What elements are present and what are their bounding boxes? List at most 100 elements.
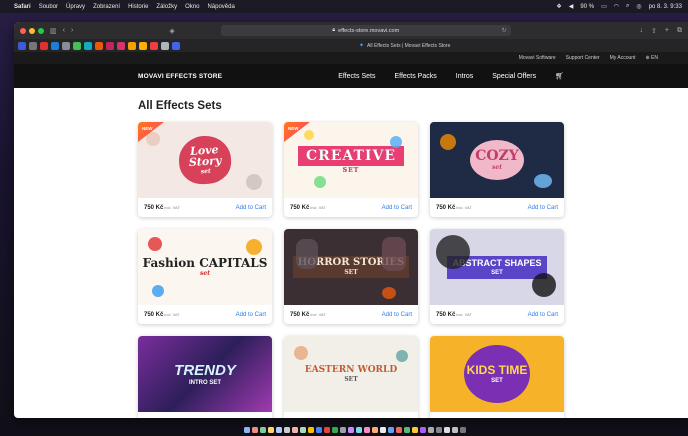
- close-window-button[interactable]: [20, 27, 26, 34]
- menu-bookmarks[interactable]: Záložky: [156, 4, 177, 10]
- product-card[interactable]: Fashion CAPITALS set 750 Kč incl. VAT Ad…: [138, 229, 272, 324]
- wifi-icon[interactable]: ◠: [614, 3, 619, 10]
- favorite-site-icon[interactable]: [128, 41, 136, 50]
- add-to-cart-button[interactable]: Add to Cart: [236, 312, 266, 318]
- dock-app-icon[interactable]: [300, 427, 306, 433]
- clock[interactable]: po 8. 3. 9:33: [649, 4, 682, 10]
- dock-app-icon[interactable]: [276, 427, 282, 433]
- add-to-cart-button[interactable]: Add to Cart: [382, 205, 412, 211]
- dock-app-icon[interactable]: [364, 427, 370, 433]
- product-thumbnail[interactable]: COZY set: [430, 122, 564, 198]
- favorite-site-icon[interactable]: [51, 41, 59, 50]
- spotlight-icon[interactable]: ⌕: [626, 3, 629, 10]
- dock-app-icon[interactable]: [444, 427, 450, 433]
- dock-app-icon[interactable]: [268, 427, 274, 433]
- product-thumbnail[interactable]: EASTERN WORLD SET: [284, 336, 418, 412]
- menu-edit[interactable]: Úpravy: [66, 4, 85, 10]
- address-bar[interactable]: 🔒︎ effects-store.movavi.com ↻: [220, 25, 511, 36]
- favorite-site-icon[interactable]: [62, 41, 70, 50]
- menu-view[interactable]: Zobrazení: [93, 4, 120, 10]
- product-thumbnail[interactable]: Fashion CAPITALS set: [138, 229, 272, 305]
- dock-app-icon[interactable]: [396, 427, 402, 433]
- dock-app-icon[interactable]: [404, 427, 410, 433]
- dock-app-icon[interactable]: [340, 427, 346, 433]
- link-movavi-software[interactable]: Movavi Software: [519, 55, 556, 61]
- dock-app-icon[interactable]: [260, 427, 266, 433]
- product-thumbnail[interactable]: Love Story set NEW: [138, 122, 272, 198]
- dock-app-icon[interactable]: [428, 427, 434, 433]
- battery-icon[interactable]: ▭: [601, 3, 607, 10]
- favorite-site-icon[interactable]: [139, 41, 147, 50]
- dock-app-icon[interactable]: [316, 427, 322, 433]
- back-icon[interactable]: ‹: [63, 27, 65, 34]
- product-card[interactable]: COZY set 750 Kč incl. VAT Add to Cart: [430, 122, 564, 217]
- share-icon[interactable]: ⇧: [651, 27, 657, 35]
- add-to-cart-button[interactable]: Add to Cart: [236, 205, 266, 211]
- nav-effects-packs[interactable]: Effects Packs: [394, 73, 436, 80]
- favorite-site-icon[interactable]: [73, 41, 81, 50]
- product-card[interactable]: TRENDY INTRO SET: [138, 336, 272, 418]
- link-support-center[interactable]: Support Center: [566, 55, 600, 61]
- zoom-window-button[interactable]: [38, 27, 44, 34]
- add-to-cart-button[interactable]: Add to Cart: [382, 312, 412, 318]
- nav-effects-sets[interactable]: Effects Sets: [338, 73, 375, 80]
- dock-app-icon[interactable]: [308, 427, 314, 433]
- dock-trash-icon[interactable]: [460, 427, 466, 433]
- product-card[interactable]: Love Story set NEW 750 Kč incl. VAT Add …: [138, 122, 272, 217]
- active-tab[interactable]: ✦ All Effects Sets | Movavi Effects Stor…: [359, 42, 450, 50]
- site-logo[interactable]: MOVAVI EFFECTS STORE: [138, 73, 222, 80]
- menu-app-name[interactable]: Safari: [14, 4, 31, 10]
- forward-icon[interactable]: ›: [71, 27, 73, 34]
- dock-app-icon[interactable]: [452, 427, 458, 433]
- favorite-site-icon[interactable]: [29, 41, 37, 50]
- control-center-icon[interactable]: ◎: [636, 3, 641, 10]
- favorite-site-icon[interactable]: [95, 41, 103, 50]
- menu-window[interactable]: Okno: [185, 4, 199, 10]
- dock-app-icon[interactable]: [388, 427, 394, 433]
- add-to-cart-button[interactable]: Add to Cart: [528, 205, 558, 211]
- product-thumbnail[interactable]: TRENDY INTRO SET: [138, 336, 272, 412]
- nav-intros[interactable]: Intros: [456, 73, 474, 80]
- product-thumbnail[interactable]: HORROR STORIES SET: [284, 229, 418, 305]
- minimize-window-button[interactable]: [29, 27, 35, 34]
- dock-app-icon[interactable]: [356, 427, 362, 433]
- sidebar-toggle-icon[interactable]: ▥: [50, 27, 57, 35]
- language-selector[interactable]: ⊕ EN: [645, 55, 658, 61]
- favorite-facebook-icon[interactable]: [18, 41, 26, 50]
- dock-app-icon[interactable]: [324, 427, 330, 433]
- favorite-site-icon[interactable]: [150, 41, 158, 50]
- favorite-site-icon[interactable]: [117, 41, 125, 50]
- dock-app-icon[interactable]: [244, 427, 250, 433]
- dock-app-icon[interactable]: [292, 427, 298, 433]
- cart-icon[interactable]: 🛒︎: [555, 72, 564, 80]
- dock-app-icon[interactable]: [284, 427, 290, 433]
- dock-app-icon[interactable]: [412, 427, 418, 433]
- dock-app-icon[interactable]: [372, 427, 378, 433]
- product-thumbnail[interactable]: KIDS TIME SET: [430, 336, 564, 412]
- menu-help[interactable]: Nápověda: [207, 4, 234, 10]
- favorite-site-icon[interactable]: [84, 41, 92, 50]
- product-thumbnail[interactable]: ABSTRACT SHAPES SET: [430, 229, 564, 305]
- product-card[interactable]: CREATIVE SET NEW 750 Kč incl. VAT Add to…: [284, 122, 418, 217]
- favorite-site-icon[interactable]: [161, 41, 169, 50]
- favorite-site-icon[interactable]: [106, 41, 114, 50]
- volume-icon[interactable]: ◀: [569, 3, 574, 10]
- product-card[interactable]: HORROR STORIES SET 750 Kč incl. VAT Add …: [284, 229, 418, 324]
- menu-file[interactable]: Soubor: [39, 4, 58, 10]
- dock-app-icon[interactable]: [380, 427, 386, 433]
- favorite-site-icon[interactable]: [172, 41, 180, 50]
- product-card[interactable]: EASTERN WORLD SET: [284, 336, 418, 418]
- new-tab-icon[interactable]: +: [665, 27, 669, 35]
- battery-percent[interactable]: 90 %: [580, 4, 594, 10]
- favorite-site-icon[interactable]: [40, 41, 48, 50]
- reload-icon[interactable]: ↻: [502, 27, 507, 34]
- tab-overview-icon[interactable]: ⧉: [677, 27, 682, 35]
- dock-app-icon[interactable]: [252, 427, 258, 433]
- dock-app-icon[interactable]: [332, 427, 338, 433]
- nav-special-offers[interactable]: Special Offers: [492, 73, 536, 80]
- dock-app-icon[interactable]: [420, 427, 426, 433]
- product-card[interactable]: KIDS TIME SET: [430, 336, 564, 418]
- menu-history[interactable]: Historie: [128, 4, 148, 10]
- privacy-shield-icon[interactable]: ◈: [169, 27, 174, 35]
- link-my-account[interactable]: My Account: [610, 55, 636, 61]
